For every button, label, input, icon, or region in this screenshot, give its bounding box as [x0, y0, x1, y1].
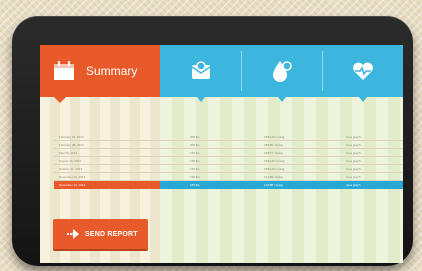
send-report-button[interactable]: SEND REPORT: [53, 219, 148, 249]
cell-date: August 19, 2013: [59, 159, 81, 163]
cell-date: November 01, 2013: [59, 175, 86, 179]
summary-header: Summary: [40, 45, 160, 97]
cell-weight: 193 lbs: [190, 151, 200, 155]
send-report-label: SEND REPORT: [85, 230, 138, 238]
view-graph-link[interactable]: view graph: [346, 165, 361, 173]
cell-weight: 183 lbs: [190, 183, 200, 187]
cell-pressure: 186/119 mmHg: [264, 167, 285, 171]
column-header-heart[interactable]: [322, 45, 403, 102]
calendar-icon: [54, 61, 74, 80]
cell-weight: 200 lbs: [190, 143, 200, 147]
cell-date: November 22, 2013: [59, 183, 86, 187]
column-header-pressure[interactable]: [241, 45, 322, 102]
cell-pressure: 186/77 mmHg: [264, 151, 283, 155]
cell-pressure: 120/88 mmHg: [264, 183, 283, 187]
cell-weight: 194 lbs: [190, 167, 200, 171]
view-graph-link[interactable]: view graph: [346, 157, 361, 165]
table-row[interactable]: October 17, 2013 194 lbs 186/119 mmHg view …: [40, 165, 403, 173]
column-header-weight[interactable]: [160, 45, 241, 102]
view-graph-link[interactable]: view graph: [346, 181, 361, 189]
tablet-frame: Summary February 18, 2013 200 lbs 186/11…: [12, 16, 413, 266]
cell-pressure: 186/119 mmHg: [264, 135, 285, 139]
cell-weight: 198 lbs: [190, 159, 200, 163]
tablet-screen: Summary February 18, 2013 200 lbs 186/11…: [40, 45, 403, 263]
cell-weight: 190 lbs: [190, 175, 200, 179]
view-graph-link[interactable]: view graph: [346, 149, 361, 157]
table-row[interactable]: August 19, 2013 198 lbs 150/120 mmHg view g…: [40, 157, 403, 165]
summary-title: Summary: [86, 64, 138, 78]
metrics-header: [160, 45, 403, 102]
cell-date: May 03, 2013: [59, 151, 78, 155]
cell-pressure: 150/120 mmHg: [264, 159, 285, 163]
cell-weight: 200 lbs: [190, 135, 200, 139]
cell-pressure: 185/96 mmHg: [264, 143, 283, 147]
cell-pressure: 131/99 mmHg: [264, 175, 283, 179]
table-row[interactable]: February 18, 2013 200 lbs 186/119 mmHg view…: [40, 133, 403, 141]
table-row[interactable]: February 28, 2013 200 lbs 185/96 mmHg view …: [40, 141, 403, 149]
summary-header-notch: [54, 97, 66, 103]
table-row[interactable]: May 03, 2013 193 lbs 186/77 mmHg view graph: [40, 149, 403, 157]
view-graph-link[interactable]: view graph: [346, 173, 361, 181]
view-graph-link[interactable]: view graph: [346, 141, 361, 149]
table-row[interactable]: November 01, 2013 190 lbs 131/99 mmHg view …: [40, 173, 403, 181]
heart-pulse-icon: [352, 62, 373, 80]
cell-date: February 28, 2013: [59, 143, 84, 147]
view-graph-link[interactable]: view graph: [346, 133, 361, 141]
envelope-icon: [191, 61, 210, 79]
arrow-right-icon: [67, 229, 79, 239]
cell-date: February 18, 2013: [59, 135, 84, 139]
table-row-selected[interactable]: November 22, 2013 183 lbs 120/88 mmHg view …: [40, 181, 403, 189]
drop-icon: [272, 61, 292, 82]
cell-date: October 17, 2013: [59, 167, 83, 171]
